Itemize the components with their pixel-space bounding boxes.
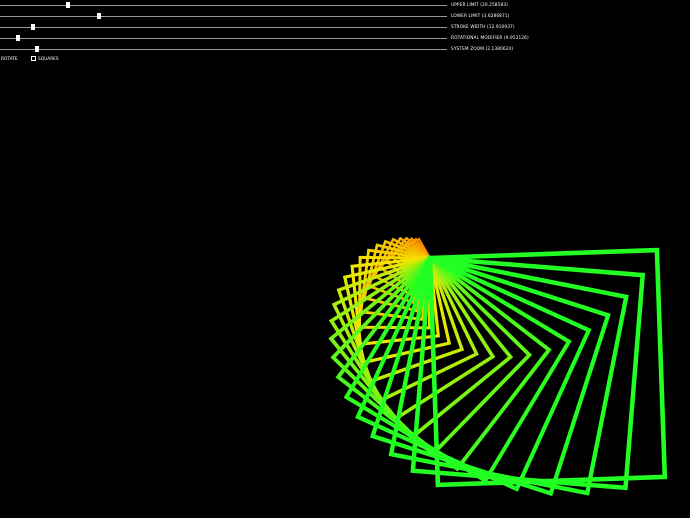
spiral-squares-artwork xyxy=(328,236,668,497)
canvas: UPPER LIMIT (20.258583) LOWER LIMIT (3.6… xyxy=(0,0,690,518)
